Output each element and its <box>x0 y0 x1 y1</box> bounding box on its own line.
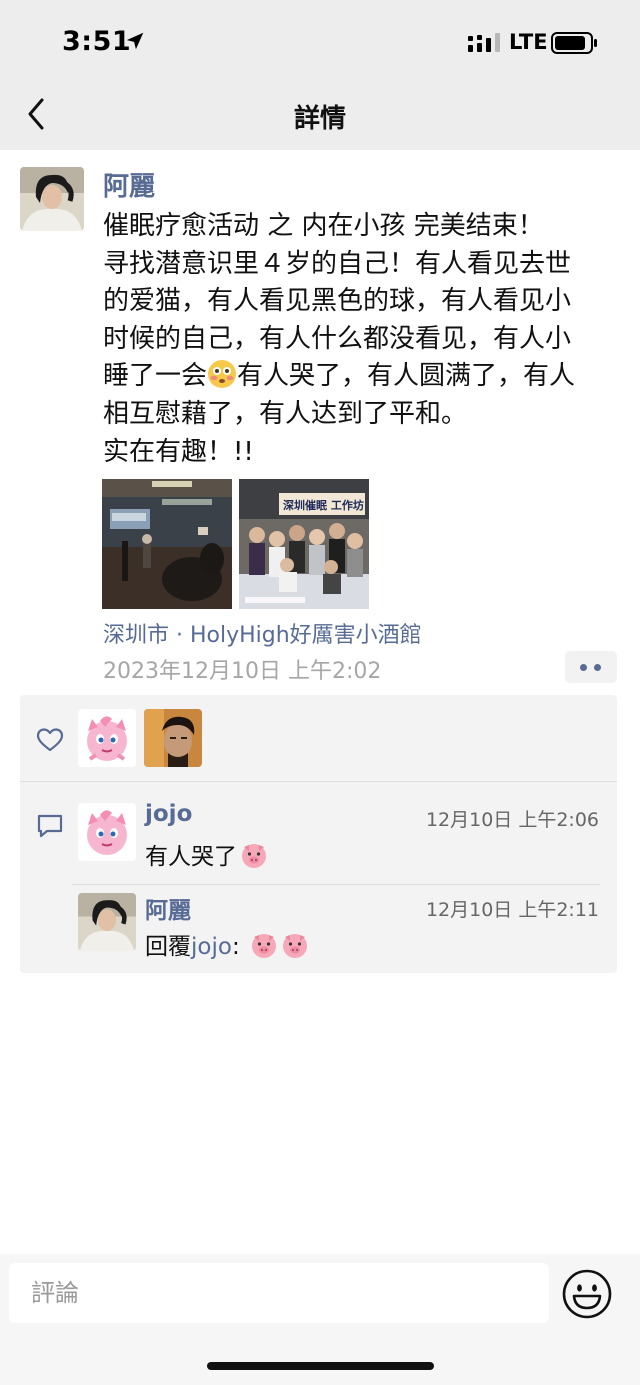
more-actions-button[interactable] <box>565 651 617 683</box>
pig-emoji <box>252 934 276 958</box>
pig-emoji <box>283 934 307 958</box>
location-arrow-icon <box>126 32 144 50</box>
post-photo[interactable]: 深圳催眠 工作坊 <box>239 479 369 609</box>
comment-bubble-icon <box>37 814 63 838</box>
comment-text: 回覆jojo: <box>145 927 309 961</box>
post-line: 催眠疗愈活动 之 内在小孩 完美结束！ <box>103 211 544 241</box>
more-dot <box>580 664 587 671</box>
commenter-name[interactable]: jojo <box>145 801 192 827</box>
navigation-bar: 詳情 <box>0 80 640 150</box>
comment-time: 12月10日 上午2:11 <box>425 899 599 921</box>
commenter-avatar[interactable] <box>78 803 136 861</box>
commenter-name[interactable]: 阿麗 <box>145 891 191 925</box>
liker-avatar[interactable] <box>144 709 202 767</box>
post-line: 睡了一会 有人哭了，有人圆满了，有人 <box>103 358 628 396</box>
post-photo[interactable] <box>102 479 232 609</box>
comment-input[interactable] <box>9 1263 549 1323</box>
page-title: 詳情 <box>293 104 346 134</box>
post-line: 实在有趣！!! <box>103 436 254 467</box>
commenter-avatar[interactable] <box>78 893 136 951</box>
more-dot <box>594 664 601 671</box>
heart-outline-icon <box>36 728 64 752</box>
photo-banner-text: 深圳催眠 工作坊 <box>283 498 364 512</box>
post-line: 的爱猫，有人看见黑色的球，有人看见小 <box>103 286 572 317</box>
battery-icon <box>551 32 597 54</box>
home-indicator <box>207 1362 434 1370</box>
post-line-segment: 睡了一会 <box>103 361 208 392</box>
smiley-face-icon[interactable] <box>561 1268 613 1320</box>
comment-bar <box>0 1254 640 1385</box>
post-text: 催眠疗愈活动 之 内在小孩 完美结束！ 寻找潜意识里４岁的自己！有人看见去世 的… <box>103 208 628 471</box>
post-line: 相互慰藉了，有人达到了平和。 <box>103 398 468 429</box>
pig-emoji <box>242 844 266 868</box>
liker-avatar[interactable] <box>78 709 136 767</box>
network-label: LTE <box>509 30 548 54</box>
post-timestamp: 2023年12月10日 上午2:02 <box>103 659 382 684</box>
post-line: 寻找潜意识里４岁的自己！有人看见去世 <box>103 248 572 279</box>
likes-comments-panel: jojo 12月10日 上午2:06 有人哭了 阿麗 12月10日 上午2:11… <box>20 695 617 973</box>
post-location[interactable]: 深圳市 · HolyHigh好厲害小酒館 <box>103 617 422 649</box>
post-line-segment: 有人哭了，有人圆满了，有人 <box>237 361 576 392</box>
reply-to-name[interactable]: jojo <box>191 934 232 960</box>
divider <box>72 884 600 885</box>
post-line: 时候的自己，有人什么都没看见，有人小 <box>103 323 572 354</box>
status-bar: 3:51 LTE <box>0 0 640 80</box>
reply-separator: : <box>231 934 240 960</box>
comment-time: 12月10日 上午2:06 <box>425 809 599 831</box>
comment-text: 有人哭了 <box>145 837 268 871</box>
divider <box>20 781 617 782</box>
author-name[interactable]: 阿麗 <box>103 166 155 203</box>
comment-body: 有人哭了 <box>145 844 237 870</box>
status-time: 3:51 <box>62 26 132 57</box>
reply-prefix: 回覆 <box>145 934 191 960</box>
flushed-face-emoji <box>208 360 237 389</box>
author-avatar[interactable] <box>20 167 84 231</box>
signal-icon <box>468 33 500 52</box>
